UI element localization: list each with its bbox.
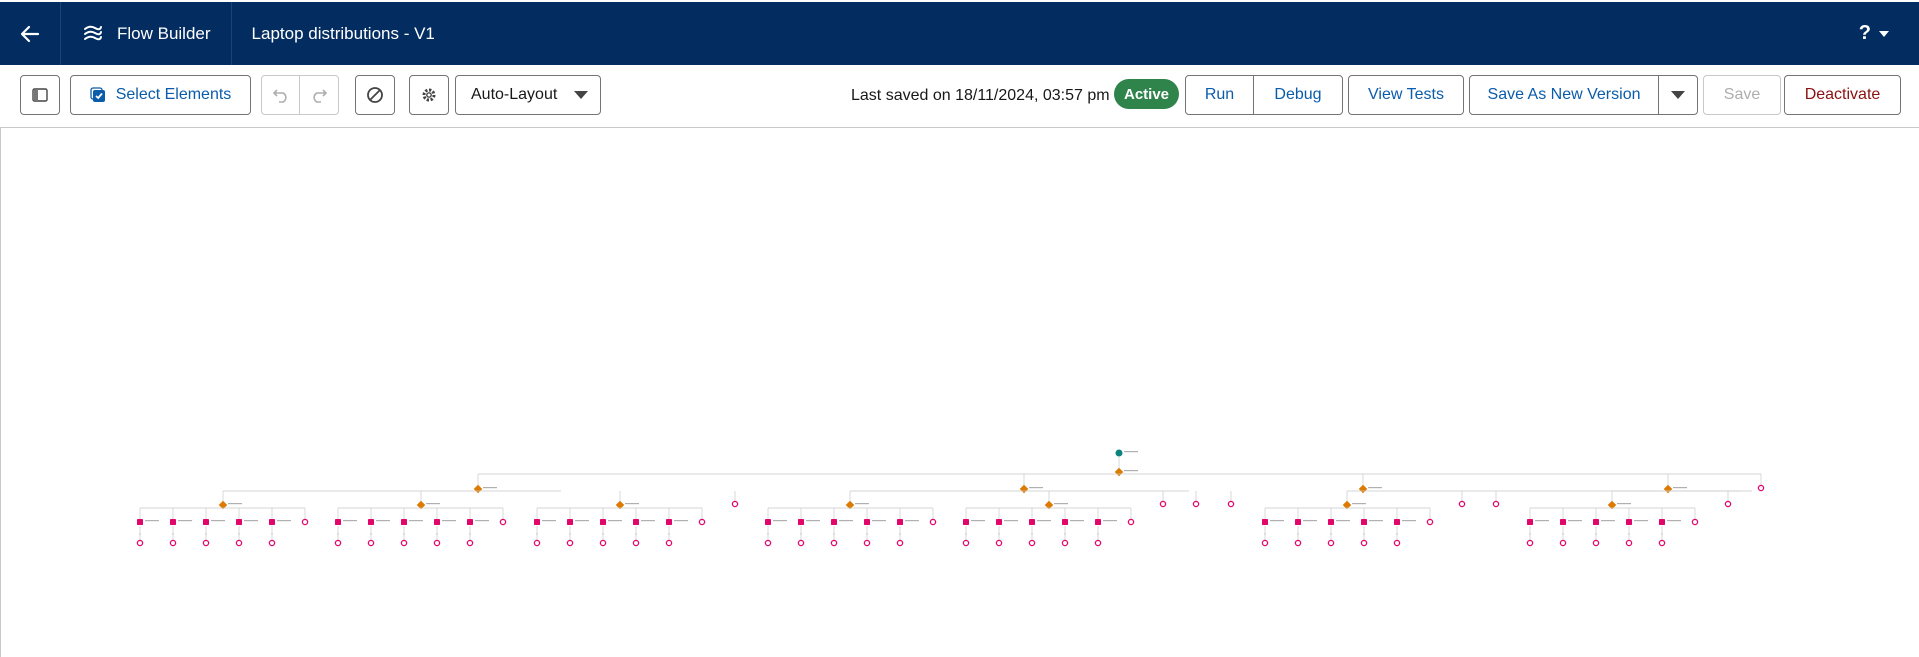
action-node[interactable] [1560,519,1566,525]
gear-icon [422,88,436,102]
debug-label: Debug [1274,86,1322,103]
action-node[interactable] [1095,519,1101,525]
decision-node[interactable] [1663,484,1673,494]
action-node[interactable] [401,519,407,525]
app-name-section: Flow Builder [61,2,232,65]
toggle-panel-button[interactable] [20,75,60,115]
save-button[interactable]: Save [1703,75,1781,115]
layout-mode-value: Auto-Layout [471,86,558,103]
select-elements-label: Select Elements [115,86,232,103]
action-node[interactable] [1262,519,1268,525]
action-node[interactable] [1527,519,1533,525]
action-node[interactable] [269,519,275,525]
action-node[interactable] [567,519,573,525]
decision-node[interactable] [1019,484,1029,494]
clear-button[interactable] [355,75,395,115]
status-badge: Active [1114,79,1180,109]
action-node[interactable] [963,519,969,525]
app-header: Flow Builder Laptop distributions - V1 ? [0,2,1919,65]
help-menu[interactable]: ? [1859,22,1889,45]
action-node[interactable] [600,519,606,525]
action-node[interactable] [798,519,804,525]
action-node[interactable] [1593,519,1599,525]
action-node[interactable] [170,519,176,525]
back-button[interactable] [0,2,61,65]
action-node[interactable] [1394,519,1400,525]
action-node[interactable] [534,519,540,525]
settings-button[interactable] [409,75,449,115]
save-label: Save [1723,86,1761,103]
action-node[interactable] [137,519,143,525]
undo-icon [272,89,287,103]
chevron-down-icon [1879,30,1889,37]
action-node[interactable] [1626,519,1632,525]
caret-down-icon [1671,91,1685,99]
deactivate-button[interactable]: Deactivate [1784,75,1901,115]
action-node[interactable] [1062,519,1068,525]
view-tests-label: View Tests [1368,86,1444,103]
undo-button[interactable] [261,75,300,115]
prohibited-icon [367,87,383,103]
action-node[interactable] [434,519,440,525]
save-as-new-version-label: Save As New Version [1487,86,1641,103]
checkbox-select-icon [90,87,105,102]
debug-button[interactable]: Debug [1253,75,1343,115]
view-tests-button[interactable]: View Tests [1348,75,1464,115]
action-node[interactable] [203,519,209,525]
last-saved-text: Last saved on 18/11/2024, 03:57 pm [851,87,1110,104]
toolbar: Select Elements Auto-Layout Last saved o… [0,65,1919,128]
action-node[interactable] [633,519,639,525]
select-elements-button[interactable]: Select Elements [70,75,251,115]
decision-node[interactable] [1358,484,1368,494]
flow-title: Laptop distributions - V1 [251,23,435,43]
decision-node[interactable] [1114,467,1124,477]
decision-node[interactable] [473,484,483,494]
panel-icon [32,88,48,102]
action-node[interactable] [864,519,870,525]
caret-down-icon [574,91,588,99]
deactivate-label: Deactivate [1804,86,1881,103]
layout-mode-select[interactable]: Auto-Layout [455,75,601,115]
action-node[interactable] [467,519,473,525]
flow-canvas[interactable] [0,128,1919,657]
start-node[interactable] [1115,449,1123,457]
action-node[interactable] [1295,519,1301,525]
action-node[interactable] [666,519,672,525]
flow-logo-icon [84,25,102,40]
action-node[interactable] [996,519,1002,525]
save-as-new-version-button[interactable]: Save As New Version [1469,75,1659,115]
back-arrow-icon [20,25,40,42]
action-node[interactable] [368,519,374,525]
app-name: Flow Builder [117,23,211,43]
action-node[interactable] [236,519,242,525]
action-node[interactable] [897,519,903,525]
action-node[interactable] [335,519,341,525]
save-options-button[interactable] [1658,75,1698,115]
run-label: Run [1204,86,1235,103]
redo-icon [313,89,328,103]
action-node[interactable] [1361,519,1367,525]
flow-diagram [136,449,1765,547]
action-node[interactable] [1328,519,1334,525]
action-node[interactable] [831,519,837,525]
action-node[interactable] [765,519,771,525]
redo-button[interactable] [300,75,339,115]
run-button[interactable]: Run [1185,75,1254,115]
action-node[interactable] [1029,519,1035,525]
help-icon: ? [1858,22,1871,44]
action-node[interactable] [1659,519,1665,525]
